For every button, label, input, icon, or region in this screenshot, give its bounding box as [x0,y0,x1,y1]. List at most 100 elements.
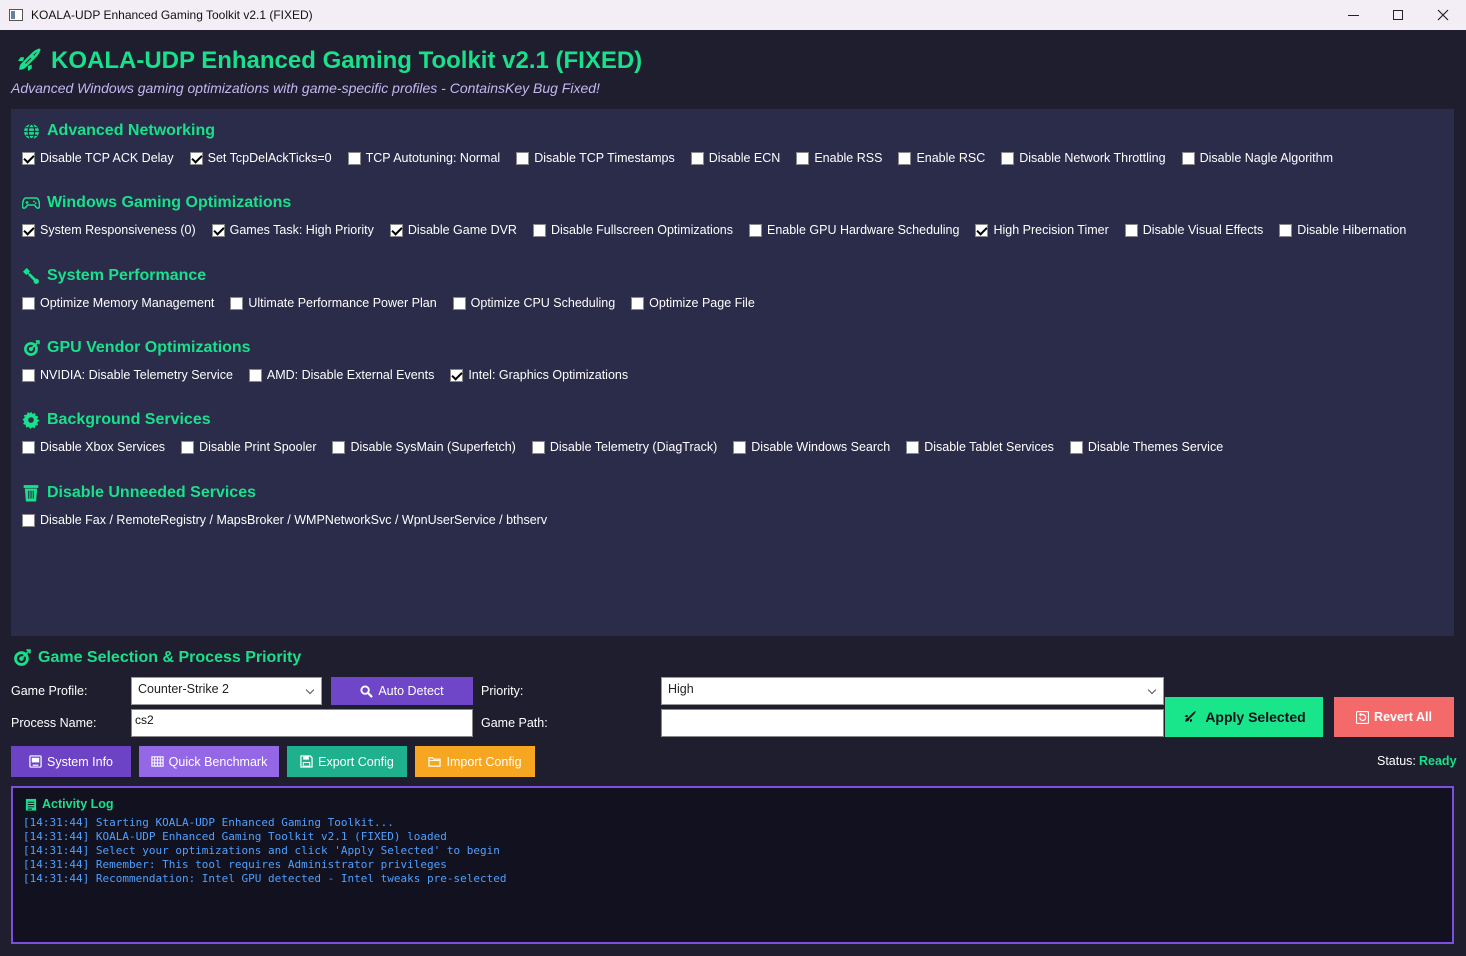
checkbox[interactable] [22,513,35,527]
checkbox[interactable] [181,440,195,454]
activity-log-header: Activity Log [25,797,114,811]
option-disable-windows-search[interactable]: Disable Windows Search [733,440,890,454]
undo-icon [1356,710,1370,724]
trash-icon [22,484,40,502]
option-disable-xbox[interactable]: Disable Xbox Services [22,440,165,454]
checkbox[interactable] [733,440,747,454]
checkbox[interactable] [796,151,810,165]
checkbox[interactable] [22,151,35,165]
activity-log[interactable]: Activity Log [14:31:44] Starting KOALA-U… [11,786,1454,944]
checkbox[interactable] [1279,223,1293,237]
option-memory-management[interactable]: Optimize Memory Management [22,296,214,310]
option-amd-external-events[interactable]: AMD: Disable External Events [248,368,434,382]
section-title: GPU Vendor Optimizations [47,339,251,356]
checkbox[interactable] [531,440,545,454]
option-disable-tcp-timestamps[interactable]: Disable TCP Timestamps [516,151,675,165]
option-tcp-autotuning[interactable]: TCP Autotuning: Normal [347,151,500,165]
checkbox[interactable] [22,368,35,382]
checkbox[interactable] [332,440,346,454]
option-disable-ecn[interactable]: Disable ECN [690,151,781,165]
gamepad-icon [22,194,40,212]
option-cpu-scheduling[interactable]: Optimize CPU Scheduling [452,296,615,310]
section-system-performance: System Performance Optimize Memory Manag… [22,265,771,312]
option-disable-tcp-ack-delay[interactable]: Disable TCP ACK Delay [22,151,174,165]
checkbox[interactable] [389,223,403,237]
maximize-button[interactable] [1375,0,1421,30]
checkbox[interactable] [898,151,912,165]
option-disable-fullscreen-opt[interactable]: Disable Fullscreen Optimizations [532,223,733,237]
export-config-button[interactable]: Export Config [287,746,407,777]
option-disable-telemetry[interactable]: Disable Telemetry (DiagTrack) [531,440,718,454]
option-label: Disable Fax / RemoteRegistry / MapsBroke… [40,513,548,527]
option-disable-tablet[interactable]: Disable Tablet Services [906,440,1054,454]
option-disable-network-throttling[interactable]: Disable Network Throttling [1001,151,1166,165]
option-nvidia-telemetry[interactable]: NVIDIA: Disable Telemetry Service [22,368,233,382]
option-high-precision-timer[interactable]: High Precision Timer [975,223,1109,237]
option-disable-game-dvr[interactable]: Disable Game DVR [389,223,517,237]
checkbox[interactable] [975,223,989,237]
option-games-task-priority[interactable]: Games Task: High Priority [211,223,374,237]
game-path-label: Game Path: [481,716,548,730]
checkbox[interactable] [516,151,530,165]
option-system-responsiveness[interactable]: System Responsiveness (0) [22,223,196,237]
option-label: Disable Telemetry (DiagTrack) [549,440,718,454]
checkbox[interactable] [230,296,244,310]
checkbox[interactable] [906,440,920,454]
checkbox[interactable] [347,151,361,165]
game-path-input[interactable] [661,709,1164,737]
checkbox[interactable] [1001,151,1015,165]
option-disable-unneeded-services[interactable]: Disable Fax / RemoteRegistry / MapsBroke… [22,513,547,527]
minimize-button[interactable] [1330,0,1376,30]
option-label: Disable ECN [708,151,781,165]
section-title: Advanced Networking [47,122,216,139]
checkbox[interactable] [1124,223,1138,237]
option-disable-visual-effects[interactable]: Disable Visual Effects [1124,223,1263,237]
process-name-input[interactable]: cs2 [131,709,473,737]
option-label: Disable Nagle Algorithm [1199,151,1333,165]
quick-benchmark-button[interactable]: Quick Benchmark [139,746,279,777]
section-advanced-networking: Advanced Networking Disable TCP ACK Dela… [22,120,1349,167]
options-row: Disable TCP ACK Delay Set TcpDelAckTicks… [22,149,1349,167]
game-selection-header: Game Selection & Process Priority [13,649,301,667]
checkbox[interactable] [452,296,466,310]
maximize-icon [1393,10,1403,20]
option-page-file[interactable]: Optimize Page File [631,296,755,310]
option-disable-hibernation[interactable]: Disable Hibernation [1279,223,1406,237]
option-ultimate-power-plan[interactable]: Ultimate Performance Power Plan [230,296,437,310]
log-line: [14:31:44] Starting KOALA-UDP Enhanced G… [23,816,394,829]
option-enable-rss[interactable]: Enable RSS [796,151,882,165]
option-label: Disable Themes Service [1087,440,1224,454]
option-disable-nagle[interactable]: Disable Nagle Algorithm [1181,151,1333,165]
priority-select[interactable]: High [661,677,1164,705]
folder-icon [428,757,442,767]
checkbox[interactable] [189,151,203,165]
checkbox[interactable] [22,440,35,454]
import-config-button[interactable]: Import Config [415,746,535,777]
checkbox[interactable] [211,223,225,237]
checkbox[interactable] [1069,440,1083,454]
option-set-tcpdelackticks[interactable]: Set TcpDelAckTicks=0 [189,151,332,165]
checkbox[interactable] [248,368,262,382]
option-gpu-hw-scheduling[interactable]: Enable GPU Hardware Scheduling [748,223,959,237]
checkbox[interactable] [532,223,546,237]
checkbox[interactable] [631,296,645,310]
option-disable-print-spooler[interactable]: Disable Print Spooler [181,440,316,454]
option-disable-themes[interactable]: Disable Themes Service [1069,440,1224,454]
checkbox[interactable] [748,223,762,237]
checkbox[interactable] [22,223,35,237]
game-profile-select[interactable]: Counter-Strike 2 [131,677,322,705]
checkbox[interactable] [450,368,464,382]
option-intel-graphics[interactable]: Intel: Graphics Optimizations [450,368,628,382]
option-disable-sysmain[interactable]: Disable SysMain (Superfetch) [332,440,516,454]
close-button[interactable] [1420,0,1466,30]
apply-selected-button[interactable]: Apply Selected [1165,697,1323,737]
app-header: KOALA-UDP Enhanced Gaming Toolkit v2.1 (… [13,44,642,78]
auto-detect-label: Auto Detect [378,684,444,698]
system-info-button[interactable]: System Info [11,746,131,777]
checkbox[interactable] [690,151,704,165]
auto-detect-button[interactable]: Auto Detect [331,677,473,705]
option-enable-rsc[interactable]: Enable RSC [898,151,985,165]
revert-all-button[interactable]: Revert All [1334,697,1454,737]
checkbox[interactable] [22,296,35,310]
checkbox[interactable] [1181,151,1195,165]
